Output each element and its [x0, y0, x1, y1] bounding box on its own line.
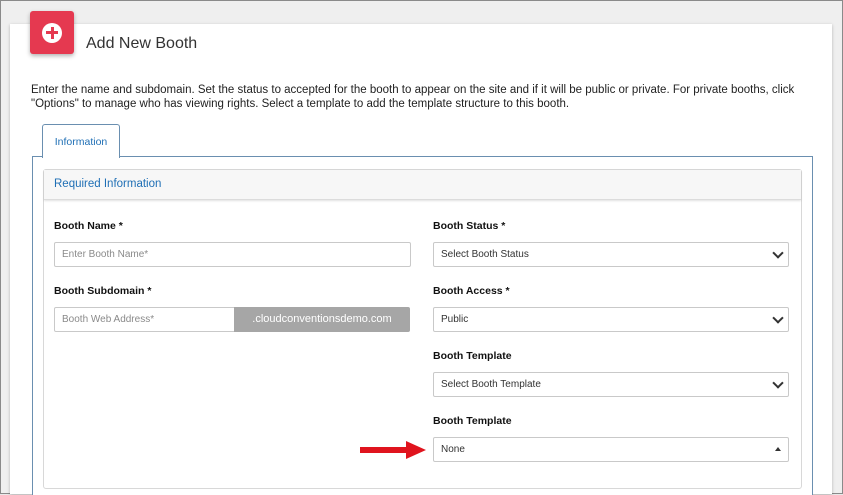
booth-access-value: Public: [441, 314, 469, 325]
booth-status-value: Select Booth Status: [441, 249, 529, 260]
section-header[interactable]: Required Information: [44, 170, 801, 200]
section-title: Required Information: [54, 178, 162, 190]
booth-status-select[interactable]: Select Booth Status: [433, 242, 789, 267]
chevron-down-icon: [772, 377, 784, 389]
booth-name-label: Booth Name *: [54, 220, 123, 232]
booth-template-select-2[interactable]: None: [433, 437, 789, 462]
chevron-down-icon: [772, 247, 784, 259]
booth-access-select[interactable]: Public: [433, 307, 789, 332]
booth-template-value-2: None: [441, 444, 465, 455]
page-title: Add New Booth: [86, 35, 198, 52]
instructions-text: Enter the name and subdomain. Set the st…: [31, 84, 795, 110]
booth-status-label: Booth Status *: [433, 220, 506, 232]
booth-access-label: Booth Access *: [433, 285, 510, 297]
tab-information[interactable]: Information: [42, 124, 120, 158]
booth-name-input[interactable]: Enter Booth Name*: [54, 242, 411, 267]
add-circle-icon: [42, 22, 62, 43]
booth-template-label: Booth Template: [433, 350, 512, 362]
booth-template-label-2: Booth Template: [433, 415, 512, 427]
add-booth-badge: [30, 11, 74, 54]
booth-template-select[interactable]: Select Booth Template: [433, 372, 789, 397]
chevron-down-icon: [772, 312, 784, 324]
caret-up-icon: [775, 447, 781, 451]
booth-subdomain-input[interactable]: Booth Web Address*: [54, 307, 235, 332]
arrow-right-icon: [360, 441, 426, 459]
booth-template-value: Select Booth Template: [441, 379, 541, 390]
booth-subdomain-label: Booth Subdomain *: [54, 285, 152, 297]
subdomain-suffix: .cloudconventionsdemo.com: [234, 307, 410, 332]
